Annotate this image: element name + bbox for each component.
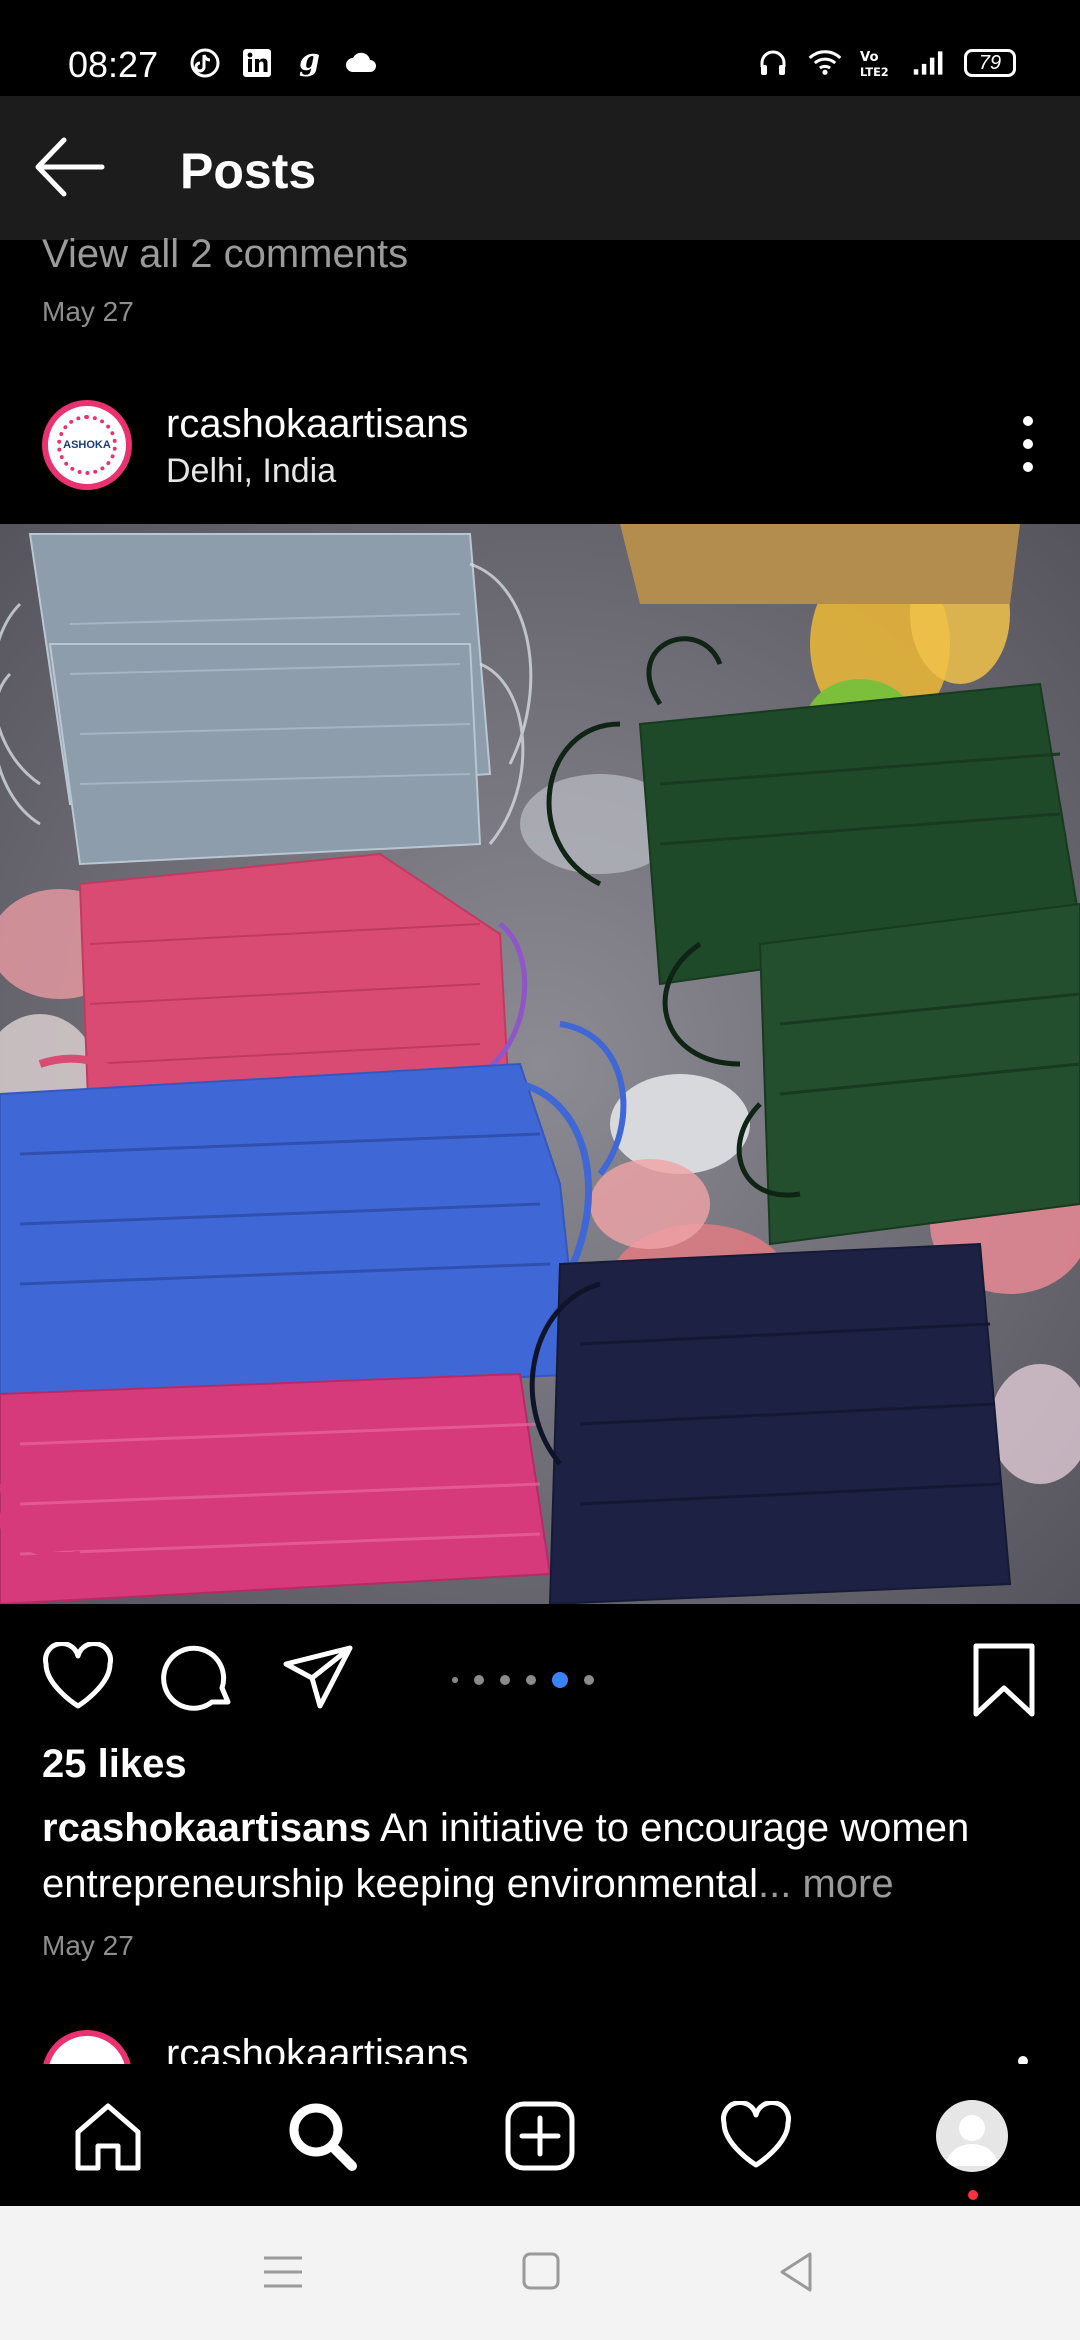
caption-username[interactable]: rcashokaartisans [42,1806,371,1850]
nav-profile[interactable] [930,2094,1014,2178]
heart-icon [43,1641,113,1709]
nav-activity[interactable] [714,2094,798,2178]
next-post-more-dot[interactable] [1018,2056,1028,2064]
masks-photo [0,524,1080,1604]
carousel-dot [526,1675,536,1685]
carousel-indicator [452,1672,594,1688]
status-icons-right: Vo LTE2 79 [756,46,1016,80]
square-icon [522,2252,560,2290]
like-button[interactable] [40,1641,116,1712]
activity-heart-icon [721,2101,791,2168]
next-post-avatar[interactable] [42,2030,132,2064]
linkedin-icon [240,46,274,80]
nav-search[interactable] [280,2094,364,2178]
comment-button[interactable] [160,1642,236,1712]
page-title: Posts [180,143,317,199]
home-icon [75,2103,141,2171]
back-triangle-icon [780,2252,812,2292]
g-icon: g [292,46,326,80]
svg-text:g: g [299,46,320,78]
post-location[interactable]: Delhi, India [166,452,336,491]
carousel-dot [500,1675,510,1685]
post-image[interactable] [0,524,1080,1604]
post-actions [0,1630,1080,1720]
post-caption: rcashokaartisans An initiative to encour… [42,1800,1042,1912]
post-author-avatar[interactable]: ASHOKA [42,400,132,490]
carousel-dot [474,1675,484,1685]
system-back-button[interactable] [772,2250,822,2294]
headphones-icon [756,46,790,80]
volte-icon: Vo LTE2 [860,46,894,80]
previous-post-date: May 27 [42,296,134,327]
avatar-logo: ASHOKA [57,415,117,475]
create-icon [505,2101,575,2171]
profile-avatar [936,2100,1008,2172]
battery-indicator: 79 [964,49,1016,77]
bookmark-icon [973,1643,1035,1717]
status-icons-left: g [188,46,378,80]
next-post-header: rcashokaartisans [0,2030,1080,2064]
nav-home[interactable] [66,2094,150,2178]
carousel-dot-active [552,1672,568,1688]
cloud-icon [344,46,378,80]
nav-create[interactable] [498,2094,582,2178]
svg-text:LTE2: LTE2 [860,65,889,79]
send-icon [283,1645,353,1709]
comment-icon [161,1645,231,1711]
status-time: 08:27 [68,44,159,85]
notification-dot [968,2190,978,2200]
back-arrow-icon [35,137,105,197]
search-icon [289,2103,357,2171]
bottom-nav [0,2064,1080,2206]
tiktok-icon [188,46,222,80]
next-post-username[interactable]: rcashokaartisans [166,2032,468,2064]
carousel-dot [584,1675,594,1685]
post-header: ASHOKA rcashokaartisans Delhi, India [0,394,1080,514]
app-header: Posts [0,96,1080,240]
more-dot [1023,416,1033,426]
view-all-comments-link[interactable]: View all 2 comments [42,232,408,277]
post-username[interactable]: rcashokaartisans [166,402,468,447]
system-nav-bar [0,2206,1080,2340]
back-button[interactable] [30,132,110,202]
svg-text:Vo: Vo [860,50,879,65]
avatar-logo-text: ASHOKA [63,439,111,451]
caption-ellipsis: ... [758,1862,792,1906]
signal-icon [912,46,946,80]
status-bar: 08:27 g Vo LTE2 79 [0,0,1080,96]
menu-icon [264,2256,302,2288]
caption-more-link[interactable]: more [791,1862,893,1906]
likes-count[interactable]: 25 likes [42,1742,187,1787]
wifi-icon [808,46,842,80]
more-options-button[interactable] [1018,416,1038,472]
share-button[interactable] [280,1642,356,1712]
system-home-button[interactable] [516,2250,566,2294]
more-dot [1023,439,1033,449]
post-date: May 27 [42,1930,134,1961]
system-menu-button[interactable] [258,2250,308,2294]
more-dot [1023,462,1033,472]
save-button[interactable] [966,1642,1042,1717]
carousel-dot [452,1677,458,1683]
